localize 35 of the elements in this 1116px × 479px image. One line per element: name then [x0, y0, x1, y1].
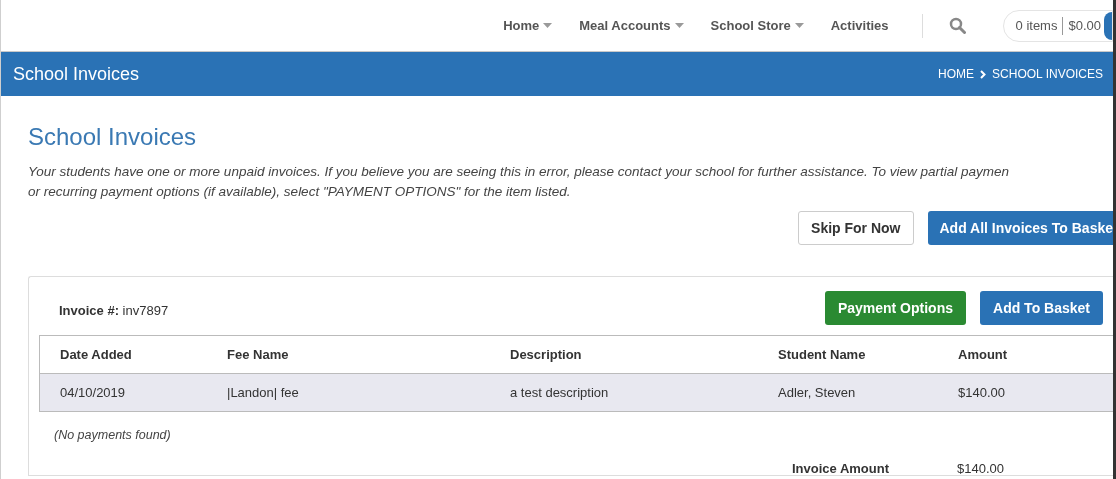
invoice-amount: $140.00 [957, 459, 1004, 478]
nav-link[interactable]: School Store [710, 15, 804, 36]
caret-icon [794, 23, 804, 28]
invoice-number: inv7897 [122, 303, 169, 318]
search-icon[interactable] [948, 17, 966, 34]
column-header: Student Name [778, 345, 867, 364]
table-cell-text: $140.00 [958, 383, 1006, 402]
chevron-icon [980, 69, 987, 79]
nav-link[interactable]: Home [503, 15, 553, 36]
invoice-label: Invoice #: [59, 303, 119, 318]
breadcrumb-link[interactable]: HOME [938, 65, 975, 83]
column-header: Description [510, 345, 583, 364]
breadcrumb-current-page: SCHOOL INVOICES [992, 66, 1103, 83]
invoice-amount-label: Invoice Amount [792, 459, 891, 478]
caret-icon [674, 23, 684, 28]
table-cell-text: |Landon| fee [227, 383, 300, 402]
add-to-basket-button[interactable]: Add To Basket [980, 291, 1103, 325]
table-cell-text: Adler, Steven [778, 383, 857, 402]
cart-item-count: 0 items [1015, 16, 1058, 35]
nav-link[interactable]: Meal Accounts [579, 15, 684, 36]
page-title: School Invoices [28, 122, 198, 152]
skip-button[interactable]: Skip For Now [798, 211, 914, 245]
info-message: Your students have one or more unpaid invoices. If you believe you are seeing this in error, please contact your school for further assistance. To view partial paymen or recurring payment options (if available), select "PAYMENT OPTIONS" for the item listed. [28, 163, 1011, 201]
nav-link[interactable]: Activities [830, 15, 889, 36]
column-header: Date Added [60, 345, 133, 364]
column-header: Fee Name [227, 345, 290, 364]
column-header: Amount [958, 345, 1009, 364]
cart-total: $0.00 [1068, 16, 1101, 35]
caret-icon [543, 23, 553, 28]
table-cell-text: 04/10/2019 [60, 383, 127, 402]
no-payments-note: (No payments found) [53, 427, 172, 444]
banner-title: School Invoices [13, 62, 140, 86]
payment-options-button[interactable]: Payment Options [824, 291, 966, 325]
add-all-button[interactable]: Add All Invoices To Baske [927, 211, 1113, 245]
table-cell-text: a test description [510, 383, 610, 402]
